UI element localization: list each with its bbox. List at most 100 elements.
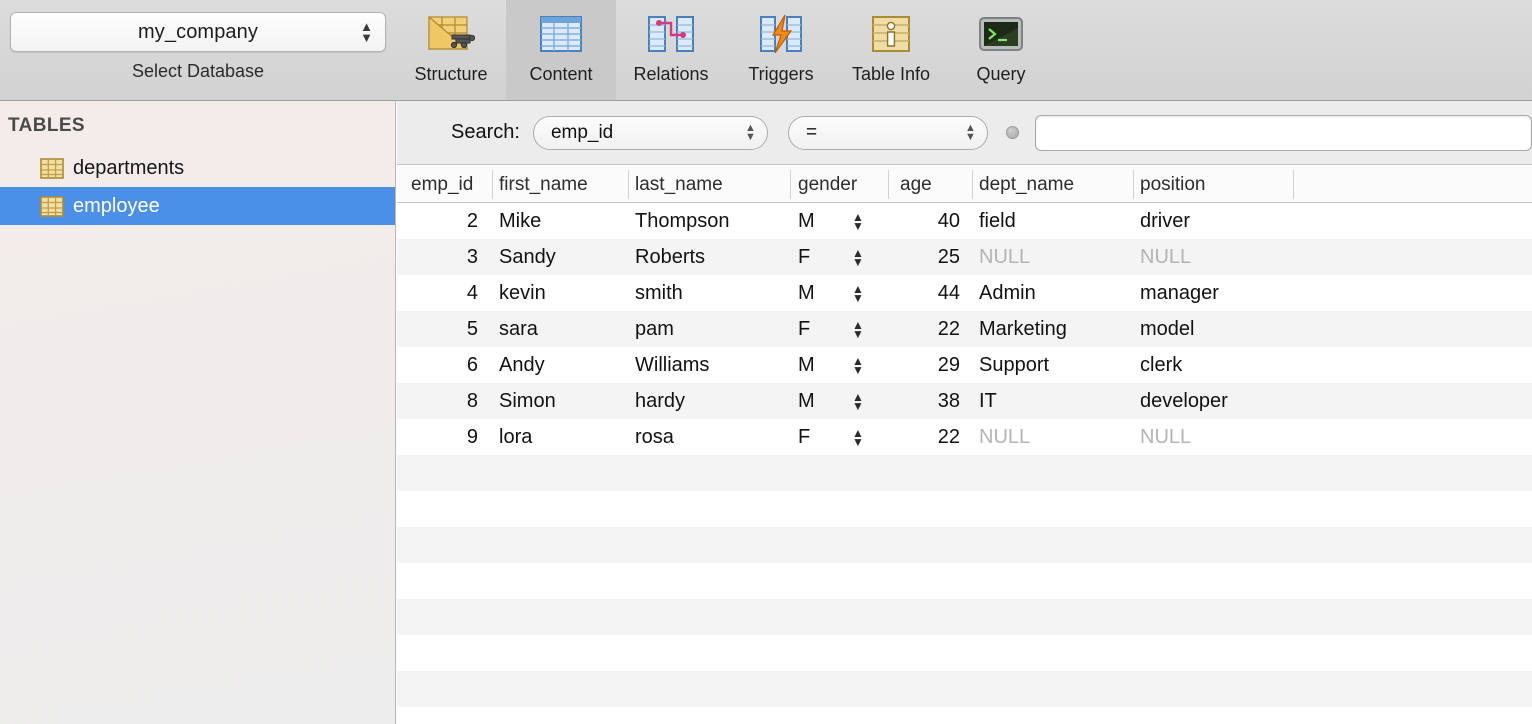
grid-cell-last_name[interactable]: smith bbox=[628, 275, 790, 311]
grid-empty-row bbox=[397, 599, 1532, 635]
grid-column-divider[interactable] bbox=[972, 170, 973, 199]
grid-cell-emp_id[interactable]: 8 bbox=[397, 383, 492, 419]
grid-cell-emp_id[interactable]: 2 bbox=[397, 203, 492, 239]
grid-cell-age[interactable]: 40 bbox=[888, 203, 972, 239]
grid-column-divider[interactable] bbox=[790, 170, 791, 199]
grid-cell-gender[interactable]: F bbox=[790, 239, 888, 275]
database-select[interactable]: my_company ▲ ▼ bbox=[10, 12, 386, 52]
grid-cell-last_name[interactable]: Williams bbox=[628, 347, 790, 383]
grid-cell-first_name[interactable]: Andy bbox=[492, 347, 628, 383]
toolbar-tab-content[interactable]: Content bbox=[506, 0, 616, 100]
grid-cell-last_name[interactable]: hardy bbox=[628, 383, 790, 419]
toolbar-tab-query[interactable]: Query bbox=[946, 0, 1056, 100]
grid-cell-dept_name[interactable]: Support bbox=[972, 347, 1133, 383]
grid-column-divider[interactable] bbox=[888, 170, 889, 199]
grid-row[interactable]: 2 Mike Thompson M 40 field driver ▲ ▼ bbox=[397, 203, 1532, 239]
gender-stepper[interactable]: ▲ ▼ bbox=[852, 419, 864, 455]
grid-column-header-gender[interactable]: gender bbox=[798, 166, 857, 202]
toolbar-tab-label: Table Info bbox=[851, 64, 931, 84]
grid-empty-row bbox=[397, 635, 1532, 671]
grid-cell-gender[interactable]: M bbox=[790, 383, 888, 419]
grid-cell-position[interactable]: developer bbox=[1133, 383, 1293, 419]
grid-cell-dept_name[interactable]: Admin bbox=[972, 275, 1133, 311]
grid-cell-first_name[interactable]: lora bbox=[492, 419, 628, 455]
chevron-updown-icon[interactable]: ▲ ▼ bbox=[745, 122, 756, 143]
grid-cell-emp_id[interactable]: 9 bbox=[397, 419, 492, 455]
grid-column-header-position[interactable]: position bbox=[1140, 166, 1206, 202]
grid-column-header-dept_name[interactable]: dept_name bbox=[979, 166, 1074, 202]
toolbar-tab-relations[interactable]: Relations bbox=[616, 0, 726, 100]
grid-column-divider[interactable] bbox=[1133, 170, 1134, 199]
grid-cell-position[interactable]: NULL bbox=[1133, 419, 1293, 455]
grid-cell-gender[interactable]: M bbox=[790, 347, 888, 383]
grid-cell-age[interactable]: 25 bbox=[888, 239, 972, 275]
grid-cell-last_name[interactable]: pam bbox=[628, 311, 790, 347]
content-grid: emp_id first_name last_name gender age dept_n… bbox=[397, 166, 1532, 724]
grid-cell-first_name[interactable]: Sandy bbox=[492, 239, 628, 275]
grid-cell-age[interactable]: 22 bbox=[888, 311, 972, 347]
gender-stepper[interactable]: ▲ ▼ bbox=[852, 239, 864, 275]
grid-column-header-age[interactable]: age bbox=[900, 166, 932, 202]
grid-column-header-emp_id[interactable]: emp_id bbox=[411, 166, 473, 202]
grid-column-divider[interactable] bbox=[492, 170, 493, 199]
search-input[interactable] bbox=[1034, 114, 1532, 151]
grid-cell-gender[interactable]: F bbox=[790, 311, 888, 347]
grid-cell-gender[interactable]: M bbox=[790, 275, 888, 311]
sidebar-table-employee[interactable]: employee bbox=[0, 187, 395, 225]
grid-empty-row bbox=[397, 455, 1532, 491]
grid-cell-dept_name[interactable]: NULL bbox=[972, 239, 1133, 275]
grid-row[interactable]: 9 lora rosa F 22 NULL NULL ▲ ▼ bbox=[397, 419, 1532, 455]
grid-column-header-first_name[interactable]: first_name bbox=[499, 166, 588, 202]
grid-cell-age[interactable]: 38 bbox=[888, 383, 972, 419]
grid-cell-gender[interactable]: M bbox=[790, 203, 888, 239]
grid-cell-emp_id[interactable]: 5 bbox=[397, 311, 492, 347]
gender-stepper[interactable]: ▲ ▼ bbox=[852, 203, 864, 239]
grid-cell-dept_name[interactable]: field bbox=[972, 203, 1133, 239]
grid-cell-emp_id[interactable]: 3 bbox=[397, 239, 492, 275]
grid-cell-first_name[interactable]: kevin bbox=[492, 275, 628, 311]
chevron-updown-icon[interactable]: ▲ ▼ bbox=[965, 122, 976, 143]
gender-stepper[interactable]: ▲ ▼ bbox=[852, 347, 864, 383]
grid-cell-dept_name[interactable]: IT bbox=[972, 383, 1133, 419]
grid-cell-position[interactable]: model bbox=[1133, 311, 1293, 347]
grid-cell-emp_id[interactable]: 4 bbox=[397, 275, 492, 311]
grid-cell-last_name[interactable]: rosa bbox=[628, 419, 790, 455]
search-field-select[interactable]: emp_id ▲ ▼ bbox=[532, 115, 768, 150]
grid-row[interactable]: 6 Andy Williams M 29 Support clerk ▲ ▼ bbox=[397, 347, 1532, 383]
search-operator-select[interactable]: = ▲ ▼ bbox=[787, 115, 988, 150]
grid-cell-first_name[interactable]: Mike bbox=[492, 203, 628, 239]
gender-stepper[interactable]: ▲ ▼ bbox=[852, 275, 864, 311]
grid-cell-dept_name[interactable]: NULL bbox=[972, 419, 1133, 455]
grid-cell-last_name[interactable]: Roberts bbox=[628, 239, 790, 275]
grid-row[interactable]: 3 Sandy Roberts F 25 NULL NULL ▲ ▼ bbox=[397, 239, 1532, 275]
grid-cell-age[interactable]: 44 bbox=[888, 275, 972, 311]
grid-cell-age[interactable]: 29 bbox=[888, 347, 972, 383]
grid-cell-first_name[interactable]: Simon bbox=[492, 383, 628, 419]
grid-row[interactable]: 4 kevin smith M 44 Admin manager ▲ ▼ bbox=[397, 275, 1532, 311]
grid-row[interactable]: 5 sara pam F 22 Marketing model ▲ ▼ bbox=[397, 311, 1532, 347]
grid-column-header-last_name[interactable]: last_name bbox=[635, 166, 723, 202]
gender-stepper[interactable]: ▲ ▼ bbox=[852, 383, 864, 419]
grid-empty-row bbox=[397, 527, 1532, 563]
tables-list: departments employee bbox=[0, 149, 395, 225]
grid-cell-gender[interactable]: F bbox=[790, 419, 888, 455]
grid-cell-emp_id[interactable]: 6 bbox=[397, 347, 492, 383]
toolbar-tab-triggers[interactable]: Triggers bbox=[726, 0, 836, 100]
grid-cell-position[interactable]: clerk bbox=[1133, 347, 1293, 383]
grid-column-divider[interactable] bbox=[1293, 170, 1294, 199]
grid-cell-position[interactable]: driver bbox=[1133, 203, 1293, 239]
gender-stepper[interactable]: ▲ ▼ bbox=[852, 311, 864, 347]
toolbar-tab-structure[interactable]: Structure bbox=[396, 0, 506, 100]
grid-cell-dept_name[interactable]: Marketing bbox=[972, 311, 1133, 347]
grid-column-divider[interactable] bbox=[628, 170, 629, 199]
grid-cell-first_name[interactable]: sara bbox=[492, 311, 628, 347]
select-database-caption: Select Database bbox=[131, 61, 265, 81]
grid-cell-position[interactable]: NULL bbox=[1133, 239, 1293, 275]
grid-row[interactable]: 8 Simon hardy M 38 IT developer ▲ ▼ bbox=[397, 383, 1532, 419]
grid-cell-last_name[interactable]: Thompson bbox=[628, 203, 790, 239]
sidebar-table-departments[interactable]: departments bbox=[0, 149, 395, 187]
toolbar-tab-table-info[interactable]: Table Info bbox=[836, 0, 946, 100]
grid-cell-age[interactable]: 22 bbox=[888, 419, 972, 455]
chevron-updown-icon[interactable]: ▲ ▼ bbox=[360, 20, 373, 44]
grid-cell-position[interactable]: manager bbox=[1133, 275, 1293, 311]
